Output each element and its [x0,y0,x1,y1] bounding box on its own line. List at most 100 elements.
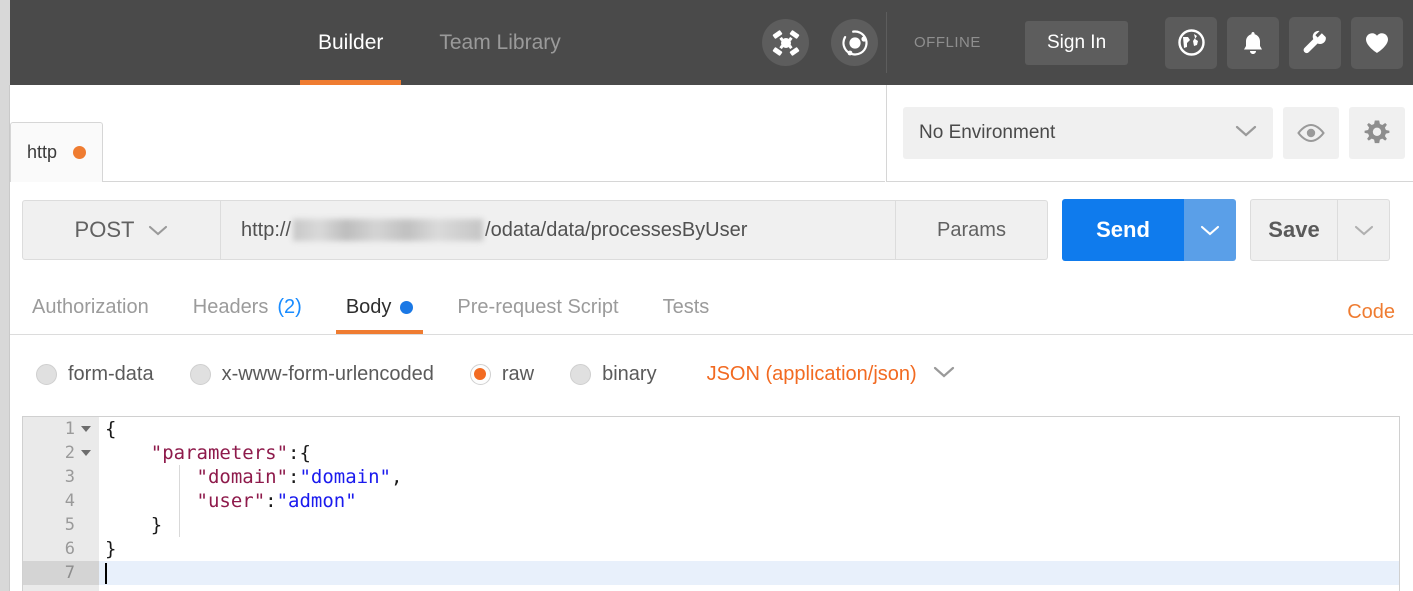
radio-x-www-form-urlencoded-label: x-www-form-urlencoded [221,362,434,385]
app-header: Builder Team Library OFFLINE Sign In [0,0,1413,85]
indent-guide [179,465,180,537]
fold-caret-icon[interactable] [81,426,91,432]
nav-tab-builder[interactable]: Builder [290,0,411,85]
line-number: 1 [64,419,75,439]
header-status-group: OFFLINE [762,0,981,85]
line-number: 6 [64,539,75,559]
url-path: /odata/data/processesByUser [485,218,748,241]
line-number: 2 [64,443,75,463]
radio-binary-icon [570,363,592,385]
send-options-chevron-down-icon[interactable] [1184,199,1236,261]
environment-area: No Environment [886,85,1413,182]
code-line-6: } [105,538,117,560]
editor-gutter: 1 2 3 4 5 6 7 [23,417,99,591]
header-icon-group [1165,0,1403,85]
editor-code-area[interactable]: { "parameters":{ "domain": "domain", "use… [99,417,1399,591]
params-button[interactable]: Params [896,200,1048,260]
eye-icon[interactable] [1283,107,1339,159]
request-tab-http[interactable]: http [10,122,104,182]
header-divider [886,12,887,73]
tab-headers-count: (2) [277,295,302,318]
http-method-select[interactable]: POST [22,200,221,260]
line-number: 3 [64,467,75,487]
line-number: 7 [64,563,75,583]
radio-form-data-icon [36,363,57,385]
sidebar-rail [0,85,10,591]
save-button[interactable]: Save [1250,199,1338,261]
body-code-editor[interactable]: 1 2 3 4 5 6 7 { "parameters":{"domain"… [22,416,1400,591]
fold-caret-icon[interactable] [81,450,91,456]
tab-headers[interactable]: Headers (2) [171,280,324,334]
chevron-down-icon [148,217,168,243]
sign-in-button[interactable]: Sign In [1025,20,1129,65]
radio-binary[interactable]: binary [570,362,657,386]
code-line-7-active [99,561,1399,585]
radio-raw-label: raw [501,362,535,385]
bell-icon[interactable] [1227,16,1279,69]
body-type-row: form-data x-www-form-urlencoded raw bina… [10,348,1413,400]
interceptor-icon[interactable] [762,19,809,66]
code-line-1: { [105,418,117,440]
wrench-icon[interactable] [1289,16,1341,69]
chevron-down-icon [933,365,955,384]
code-line-5: } [105,514,163,536]
tab-pre-request-script[interactable]: Pre-request Script [435,280,640,334]
radio-binary-label: binary [602,362,657,385]
tab-tests[interactable]: Tests [641,280,732,334]
nav-tab-team-library[interactable]: Team Library [411,0,588,85]
gutter-line: 3 [23,465,99,489]
nav-tab-team-library-label: Team Library [439,30,561,54]
tab-authorization-label: Authorization [32,295,149,318]
code-line-4: "user": "admon" [196,490,357,512]
gutter-line: 5 [23,513,99,537]
gutter-line: 1 [23,417,99,441]
url-bar: POST http:///odata/data/processesByUser … [10,190,1413,270]
environment-select[interactable]: No Environment [903,107,1273,159]
chevron-down-icon [1235,122,1257,144]
tab-pre-request-script-label: Pre-request Script [457,295,619,318]
sync-icon[interactable] [831,19,878,66]
heart-icon[interactable] [1351,16,1403,69]
radio-x-www-form-urlencoded[interactable]: x-www-form-urlencoded [189,362,434,386]
content-type-label: JSON (application/json) [706,362,917,385]
connection-status: OFFLINE [914,34,981,51]
radio-form-data-label: form-data [68,362,154,385]
request-tab-strip: http [10,85,885,182]
url-host-redacted [293,219,484,241]
send-button[interactable]: Send [1062,199,1184,261]
code-link[interactable]: Code [1347,301,1395,324]
gear-icon[interactable] [1349,107,1405,159]
sign-in-wrapper: Sign In [1025,0,1129,85]
radio-x-www-form-urlencoded-icon [189,363,211,385]
text-cursor [105,562,107,584]
tab-headers-label: Headers [192,295,269,318]
environment-select-value: No Environment [919,122,1056,143]
tab-body[interactable]: Body [324,280,436,334]
main-nav-tabs: Builder Team Library [290,0,589,85]
radio-raw[interactable]: raw [469,362,535,386]
header-left-rail [0,0,10,85]
unsaved-changes-dot [73,146,87,159]
url-input[interactable]: http:// /odata/data/processesByUser [221,200,896,260]
url-scheme: http:// [241,218,292,241]
line-number: 4 [64,491,75,511]
tab-authorization[interactable]: Authorization [10,280,171,334]
request-section-tabs: Authorization Headers (2) Body Pre-reque… [10,280,1413,335]
save-button-group: Save [1250,199,1390,261]
globe-icon[interactable] [1165,16,1217,69]
send-button-group: Send [1062,199,1236,261]
request-tab-label: http [27,142,58,162]
save-options-chevron-down-icon[interactable] [1338,199,1390,261]
tab-body-label: Body [345,295,392,318]
radio-form-data[interactable]: form-data [36,363,154,386]
radio-raw-icon [469,363,491,385]
gutter-line: 4 [23,489,99,513]
gutter-line: 6 [23,537,99,561]
content-type-select[interactable]: JSON (application/json) [707,363,955,386]
gutter-line: 2 [23,441,99,465]
line-number: 5 [64,515,75,535]
tab-tests-label: Tests [662,295,710,318]
code-line-3: "domain": "domain", [196,466,403,488]
gutter-line-active: 7 [23,561,99,585]
http-method-label: POST [74,217,135,242]
